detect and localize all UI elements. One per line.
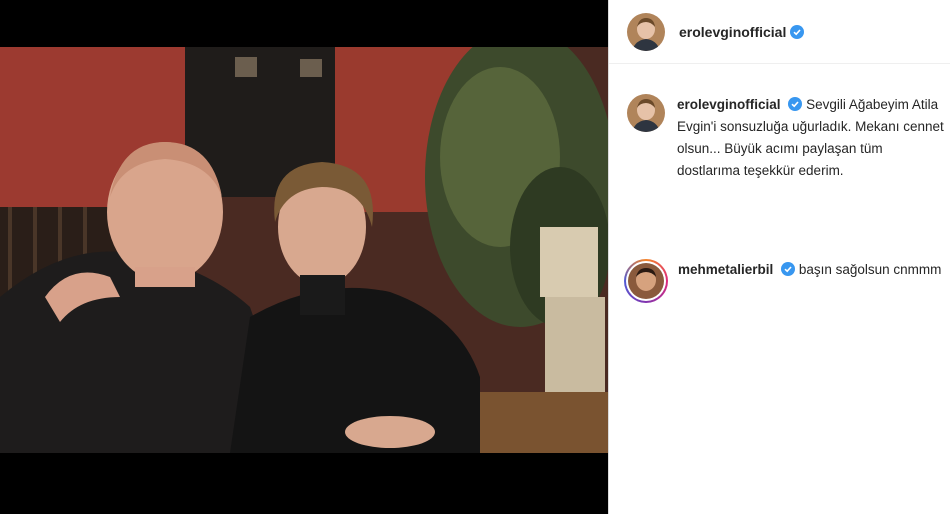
author-avatar-image — [627, 12, 665, 51]
post-side-panel: erolevginofficial erolevginofficial Sevg… — [608, 0, 950, 514]
commenter-story-ring[interactable] — [624, 259, 668, 303]
verified-badge-icon — [790, 24, 805, 39]
verified-badge-icon — [781, 262, 796, 276]
caption-text-block: erolevginofficial Sevgili Ağabeyim Atila… — [677, 94, 945, 182]
comment-text-block: mehmetalierbil başın sağolsun cnmmm — [678, 259, 945, 303]
author-avatar[interactable] — [627, 12, 665, 51]
comment-username[interactable]: mehmetalierbil — [678, 262, 773, 277]
photo-illustration — [0, 47, 608, 453]
post-photo-panel — [0, 0, 608, 514]
caption-username[interactable]: erolevginofficial — [677, 97, 781, 112]
comment-text: başın sağolsun cnmmm — [798, 262, 942, 277]
header-username[interactable]: erolevginofficial — [679, 24, 786, 40]
caption-author-avatar[interactable] — [627, 94, 665, 132]
commenter-avatar-image — [628, 263, 664, 299]
post-header: erolevginofficial — [609, 0, 950, 64]
caption-avatar-image — [627, 94, 665, 132]
comment-item: mehmetalierbil başın sağolsun cnmmm — [624, 259, 945, 303]
post-photo[interactable] — [0, 47, 608, 453]
commenter-avatar — [628, 263, 664, 299]
caption: erolevginofficial Sevgili Ağabeyim Atila… — [627, 94, 945, 182]
verified-badge-icon — [788, 97, 803, 111]
